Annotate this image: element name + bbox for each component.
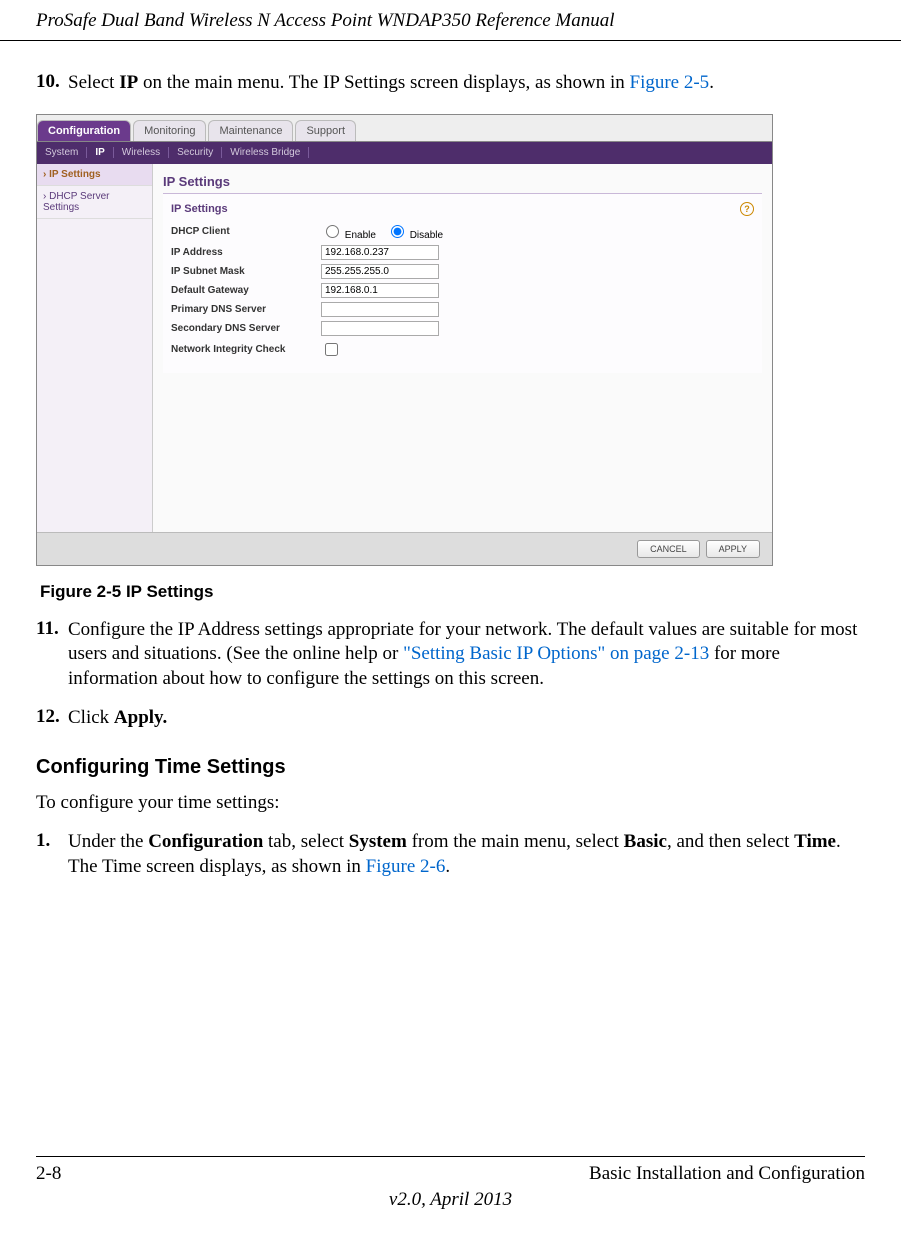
input-subnet-mask[interactable]	[321, 264, 439, 279]
row-default-gateway: Default Gateway	[171, 281, 754, 300]
label-secondary-dns: Secondary DNS Server	[171, 323, 321, 334]
step-1-time: 1. Under the Configuration tab, select S…	[36, 830, 865, 879]
footer-version: v2.0, April 2013	[36, 1189, 865, 1211]
page-footer: 2-8 Basic Installation and Configuration…	[36, 1156, 865, 1211]
row-network-integrity: Network Integrity Check	[171, 338, 754, 361]
sidebar-item-dhcp-server[interactable]: › DHCP Server Settings	[37, 186, 152, 219]
text: Under the	[68, 831, 148, 852]
bold-basic: Basic	[624, 831, 667, 852]
panel-subhead-label: IP Settings	[171, 203, 228, 215]
step-text: Configure the IP Address settings approp…	[68, 618, 865, 692]
row-subnet-mask: IP Subnet Mask	[171, 262, 754, 281]
input-secondary-dns[interactable]	[321, 321, 439, 336]
body-paragraph: To configure your time settings:	[36, 791, 865, 816]
input-default-gateway[interactable]	[321, 283, 439, 298]
input-ip-address[interactable]	[321, 245, 439, 260]
label-dhcp-client: DHCP Client	[171, 226, 321, 237]
step-text: Click Apply.	[68, 706, 865, 731]
subtab-system[interactable]: System	[37, 147, 87, 158]
text: tab, select	[263, 831, 348, 852]
radio-group-dhcp: Enable Disable	[321, 222, 443, 241]
cross-ref-link[interactable]: "Setting Basic IP Options" on page 2-13	[403, 643, 709, 664]
step-number: 11.	[36, 618, 68, 692]
tab-maintenance[interactable]: Maintenance	[208, 120, 293, 141]
panel-box: IP Settings ? DHCP Client Enable Disable	[163, 193, 762, 373]
bold-apply: Apply.	[114, 707, 167, 728]
bold-system: System	[349, 831, 407, 852]
help-icon[interactable]: ?	[740, 202, 754, 216]
apply-button[interactable]: APPLY	[706, 540, 760, 558]
label-network-integrity: Network Integrity Check	[171, 344, 321, 355]
radio-enable-input[interactable]	[326, 225, 339, 238]
row-dhcp-client: DHCP Client Enable Disable	[171, 220, 754, 243]
label-subnet-mask: IP Subnet Mask	[171, 266, 321, 277]
bottom-bar: CANCEL APPLY	[37, 532, 772, 565]
main-panel: IP Settings IP Settings ? DHCP Client En…	[153, 164, 772, 534]
cancel-button[interactable]: CANCEL	[637, 540, 700, 558]
subtabs-row: System IP Wireless Security Wireless Bri…	[37, 142, 772, 164]
label-default-gateway: Default Gateway	[171, 285, 321, 296]
text: from the main menu, select	[407, 831, 624, 852]
input-primary-dns[interactable]	[321, 302, 439, 317]
page-number: 2-8	[36, 1163, 61, 1185]
row-ip-address: IP Address	[171, 243, 754, 262]
text: .	[709, 72, 714, 93]
figure-caption: Figure 2-5 IP Settings	[40, 582, 865, 602]
subtab-wireless[interactable]: Wireless	[114, 147, 169, 158]
subtab-ip[interactable]: IP	[87, 147, 113, 158]
radio-disable[interactable]: Disable	[386, 222, 443, 241]
row-secondary-dns: Secondary DNS Server	[171, 319, 754, 338]
text: Select	[68, 72, 119, 93]
screenshot-ip-settings: Configuration Monitoring Maintenance Sup…	[36, 114, 773, 566]
checkbox-network-integrity[interactable]	[325, 343, 338, 356]
step-number: 10.	[36, 71, 68, 96]
sidebar-item-label: DHCP Server Settings	[43, 191, 110, 213]
radio-enable-label: Enable	[345, 230, 376, 241]
label-primary-dns: Primary DNS Server	[171, 304, 321, 315]
section-heading-time: Configuring Time Settings	[36, 756, 865, 779]
panel-subhead: IP Settings ?	[171, 198, 754, 220]
radio-disable-label: Disable	[410, 230, 443, 241]
text: on the main menu. The IP Settings screen…	[138, 72, 629, 93]
step-11: 11. Configure the IP Address settings ap…	[36, 618, 865, 692]
step-text: Select IP on the main menu. The IP Setti…	[68, 71, 865, 96]
step-12: 12. Click Apply.	[36, 706, 865, 731]
radio-disable-input[interactable]	[391, 225, 404, 238]
subtab-wireless-bridge[interactable]: Wireless Bridge	[222, 147, 309, 158]
screenshot-body: › IP Settings › DHCP Server Settings IP …	[37, 164, 772, 534]
tab-monitoring[interactable]: Monitoring	[133, 120, 206, 141]
text: .	[445, 856, 450, 877]
sidebar: › IP Settings › DHCP Server Settings	[37, 164, 153, 534]
tab-configuration[interactable]: Configuration	[37, 120, 131, 141]
radio-enable[interactable]: Enable	[321, 222, 376, 241]
tab-support[interactable]: Support	[295, 120, 356, 141]
header-title: ProSafe Dual Band Wireless N Access Poin…	[0, 0, 901, 41]
bold-ip: IP	[119, 72, 138, 93]
step-text: Under the Configuration tab, select Syst…	[68, 830, 865, 879]
text: , and then select	[667, 831, 794, 852]
figure-link[interactable]: Figure 2-5	[630, 72, 710, 93]
step-10: 10. Select IP on the main menu. The IP S…	[36, 71, 865, 96]
row-primary-dns: Primary DNS Server	[171, 300, 754, 319]
step-number: 12.	[36, 706, 68, 731]
step-number: 1.	[36, 830, 68, 879]
figure-link[interactable]: Figure 2-6	[366, 856, 446, 877]
subtab-security[interactable]: Security	[169, 147, 222, 158]
label-ip-address: IP Address	[171, 247, 321, 258]
bold-configuration: Configuration	[148, 831, 263, 852]
panel-heading: IP Settings	[163, 170, 762, 193]
tabs-row: Configuration Monitoring Maintenance Sup…	[37, 115, 772, 142]
sidebar-item-ip-settings[interactable]: › IP Settings	[37, 164, 152, 186]
footer-chapter: Basic Installation and Configuration	[589, 1163, 865, 1185]
text: Click	[68, 707, 114, 728]
sidebar-item-label: IP Settings	[49, 169, 101, 180]
bold-time: Time	[794, 831, 836, 852]
figure-2-5: Configuration Monitoring Maintenance Sup…	[36, 114, 865, 602]
